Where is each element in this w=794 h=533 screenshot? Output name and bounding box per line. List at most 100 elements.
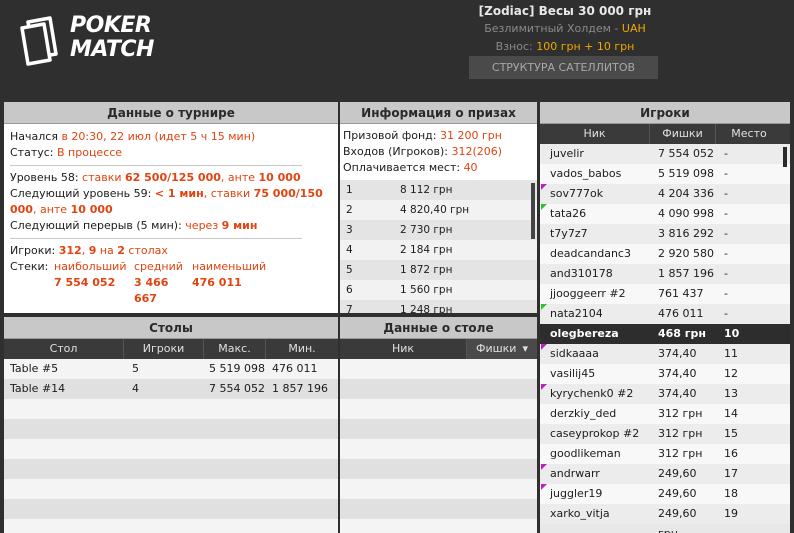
status-marker-icon (541, 204, 547, 210)
stack-avg-label: средний (134, 260, 183, 273)
player-place: 17 (724, 467, 738, 480)
prize-table[interactable]: 1 8 112 грн 2 4 820,40 грн 3 2 730 грн 4 2 184 … (340, 180, 537, 313)
prize-row: 4 2 184 грн (340, 240, 537, 260)
buyin-label: Взнос: (495, 40, 537, 53)
player-row[interactable]: olegbereza 468 грн 10 (540, 324, 790, 344)
prize-amount: 2 184 грн (400, 244, 453, 256)
player-place: 18 (724, 487, 738, 500)
prize-info-panel: Информация о призах Призовой фонд: 31 20… (340, 102, 537, 313)
prize-scrollbar[interactable] (531, 183, 535, 239)
player-row[interactable]: juvelir 7 554 052- (540, 144, 790, 164)
table-players: 4 (132, 382, 139, 395)
player-row[interactable]: derzkiy_ded 312 грн 14 (540, 404, 790, 424)
stacks-label: Стеки: (10, 260, 49, 273)
status-marker-icon (541, 384, 547, 390)
player-row[interactable]: vados_babos 5 519 098- (540, 164, 790, 184)
status-marker-icon (541, 304, 547, 310)
col-chips[interactable]: Фишки ▾ (467, 339, 537, 359)
col-max[interactable]: Макс. (204, 339, 266, 359)
prize-place: 4 (346, 244, 353, 256)
table-min: 1 857 196 (272, 382, 328, 395)
table-row[interactable]: Table #5 5 5 519 098 476 011 (4, 359, 338, 379)
col-min[interactable]: Мин. (266, 339, 338, 359)
col-place[interactable]: Место (716, 124, 782, 144)
col-nick[interactable]: Ник (340, 339, 467, 359)
player-row[interactable]: jjooggeerr #2 761 437 - (540, 284, 790, 304)
break-in: через (185, 219, 222, 232)
player-nick: sov777ok (550, 187, 604, 200)
player-nick: juggler19 (550, 487, 603, 500)
players-count: 312 (58, 244, 82, 257)
player-row[interactable]: tata26 4 090 998- (540, 204, 790, 224)
player-chips: 374,40 грн (658, 367, 697, 400)
prize-info-header: Информация о призах (340, 102, 537, 124)
player-chips: 312 грн (658, 407, 703, 420)
player-row[interactable]: andrwarr 249,60 грн 17 (540, 464, 790, 500)
prize-row: 1 8 112 грн (340, 180, 537, 200)
status-marker-icon (541, 184, 547, 190)
player-row[interactable]: and310178 1 857 196- (540, 264, 790, 284)
tournament-data-panel: Данные о турнире Начался в 20:30, 22 июл… (4, 102, 338, 313)
player-place: 10 (724, 327, 740, 340)
player-chips: 761 437 (658, 287, 704, 300)
player-row[interactable]: vasilij45 374,40 грн 12 (540, 364, 790, 400)
break-label: Следующий перерыв (5 мин): (10, 219, 186, 232)
prize-place: 6 (346, 284, 353, 296)
game-currency: UAH (621, 22, 646, 35)
col-players[interactable]: Игроки (124, 339, 204, 359)
break-line: Следующий перерыв (5 мин): через 9 мин (10, 218, 332, 234)
paid-places-label: Оплачивается мест: (343, 161, 464, 174)
player-row[interactable]: juggler19 249,60 грн 18 (540, 484, 790, 520)
sort-down-icon: ▾ (522, 342, 528, 355)
player-place: - (724, 167, 728, 180)
col-nick[interactable]: Ник (540, 124, 650, 144)
player-row[interactable]: t7y7z7 3 816 292- (540, 224, 790, 244)
table-data-row-empty (340, 519, 537, 533)
player-chips: 4 204 336 (658, 187, 714, 200)
col-table[interactable]: Стол (4, 339, 124, 359)
status-value: В процессе (57, 146, 123, 159)
players-header: Игроки (540, 102, 790, 124)
player-row[interactable]: kyrychenk0 #2 374,40 грн 13 (540, 384, 790, 420)
player-row[interactable]: nata2104 476 011 - (540, 304, 790, 324)
player-row[interactable]: sov777ok 4 204 336- (540, 184, 790, 204)
players-scrollbar[interactable] (783, 147, 787, 167)
table-row-empty (4, 399, 338, 419)
player-row[interactable]: goodlikeman 312 грн 16 (540, 444, 790, 464)
started-value: в 20:30, 22 июл (идет 5 ч 15 мин) (61, 130, 256, 143)
next-level-line: Следующий уровень 59: < 1 мин, ставки 75… (10, 186, 332, 218)
player-row[interactable]: xarko_vitja 249,60 грн 19 (540, 504, 790, 533)
tournament-title: [Zodiac] Весы 30 000 грн (478, 4, 652, 18)
table-max: 5 519 098 (209, 362, 265, 375)
player-place: 13 (724, 387, 738, 400)
player-chips: 468 грн (658, 327, 707, 340)
level-stakes: 62 500/125 000 (125, 171, 221, 184)
table-data-header: Данные о столе (340, 317, 537, 339)
status-label: Статус: (10, 146, 57, 159)
logo-line-1: POKER (70, 13, 152, 38)
table-name: Table #14 (10, 382, 66, 395)
player-place: - (724, 187, 728, 200)
table-row[interactable]: Table #14 4 7 554 052 1 857 196 (4, 379, 338, 399)
prize-amount: 1 248 грн (400, 304, 453, 313)
prize-amount: 1 560 грн (400, 284, 453, 296)
player-nick: vados_babos (550, 167, 622, 180)
prize-place: 2 (346, 204, 353, 216)
tournament-header: [Zodiac] Весы 30 000 грн Безлимитный Хол… (445, 2, 685, 56)
prize-row: 5 1 872 грн (340, 260, 537, 280)
table-data-column-headers: Ник Фишки ▾ (340, 339, 537, 359)
status-marker-icon (541, 344, 547, 350)
player-row[interactable]: sidkaaaa 374,40 грн 11 (540, 344, 790, 380)
player-chips: 476 011 (658, 307, 704, 320)
satellite-structure-button[interactable]: СТРУКТУРА САТЕЛЛИТОВ (469, 56, 658, 79)
players-list[interactable]: juvelir 7 554 052- vados_babos 5 519 098- so… (540, 144, 790, 533)
player-chips: 5 519 098 (658, 167, 714, 180)
stacks-labels: Стеки: наибольший средний наименьший (10, 259, 332, 275)
player-row[interactable]: deadcandanc3 2 920 580- (540, 244, 790, 264)
player-nick: and310178 (550, 267, 613, 280)
player-place: - (724, 307, 728, 320)
prize-place: 7 (346, 304, 353, 313)
col-chips[interactable]: Фишки (650, 124, 716, 144)
player-row[interactable]: caseyprokop #2 312 грн 15 (540, 424, 790, 444)
level-stakes-word: ставки (82, 171, 126, 184)
